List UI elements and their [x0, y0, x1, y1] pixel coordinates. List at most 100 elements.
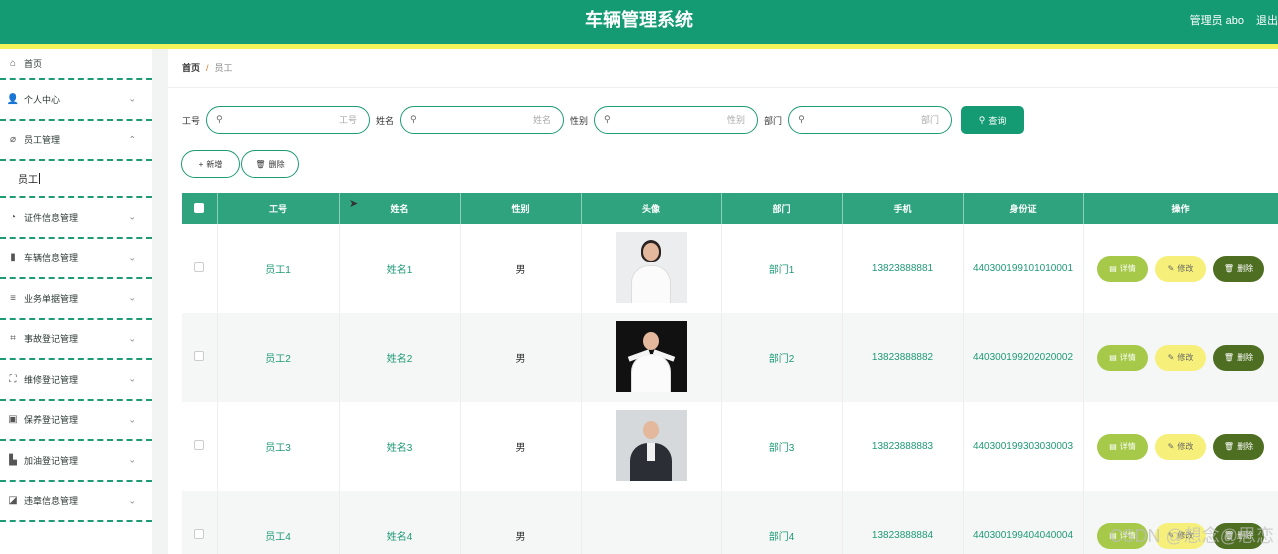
- edit-button[interactable]: ✎ 修改: [1155, 433, 1206, 460]
- sidebar-item-label: 加油登记管理: [24, 455, 79, 466]
- avatar-head: [643, 420, 659, 439]
- search-icon: ⚲: [216, 114, 223, 124]
- search-label-dept: 部门: [764, 115, 783, 126]
- cell-phone: 13823888882: [842, 313, 964, 402]
- delete-button[interactable]: 🗑 删除: [241, 150, 299, 178]
- sidebar-item-profile[interactable]: 👤 个人中心 ⌄: [0, 80, 152, 121]
- row-checkbox[interactable]: [194, 262, 205, 272]
- sidebar-item-label: 维修登记管理: [24, 374, 79, 385]
- pencil-icon: ✎: [1167, 442, 1175, 451]
- search-field-gender[interactable]: ⚲: [594, 106, 759, 134]
- sidebar-item-label: 保养登记管理: [24, 415, 79, 426]
- table-row: 员工1 姓名1 男 部门1 13823888881 44030019910101…: [182, 224, 1278, 313]
- query-button[interactable]: ⚲ 查询: [961, 106, 1025, 134]
- sidebar-item-maintenance[interactable]: ▣ 保养登记管理 ⌄: [0, 401, 152, 441]
- detail-button-label: 详情: [1119, 264, 1136, 273]
- delete-button-label: 删除: [268, 159, 285, 169]
- detail-button[interactable]: ▤ 详情: [1097, 255, 1148, 282]
- row-checkbox[interactable]: [194, 351, 205, 361]
- sidebar-item-label: 业务单据管理: [24, 293, 79, 304]
- cell-idcard: 440300199404040004: [963, 491, 1084, 554]
- column-header[interactable]: 身份证: [963, 193, 1084, 224]
- cell-avatar: [581, 402, 722, 491]
- cell-name: 姓名2: [339, 313, 461, 402]
- row-checkbox-cell[interactable]: [182, 313, 218, 402]
- avatar-shirt: [647, 442, 655, 461]
- edit-button-label: 修改: [1177, 442, 1194, 451]
- user-icon: 👤: [6, 93, 20, 105]
- sidebar-subitem-employee[interactable]: 员工: [0, 161, 152, 198]
- chevron-down-icon: ⌄: [128, 454, 136, 465]
- chart-box-icon: ▣: [8, 414, 18, 426]
- cell-name: 姓名1: [339, 224, 461, 313]
- detail-button[interactable]: ▤ 详情: [1097, 344, 1148, 371]
- row-checkbox-cell[interactable]: [182, 491, 218, 554]
- chevron-down-icon: ⌄: [128, 414, 136, 425]
- cell-gender: 男: [460, 491, 582, 554]
- column-header[interactable]: 工号: [217, 193, 340, 224]
- row-delete-button-label: 删除: [1237, 264, 1254, 273]
- chevron-down-icon: ⌄: [128, 211, 136, 222]
- cell-avatar: [581, 313, 722, 402]
- column-header[interactable]: 部门: [721, 193, 843, 224]
- search-input-dept[interactable]: [811, 111, 940, 129]
- trash-icon: 🗑: [1223, 264, 1235, 273]
- sidebar-item-violations[interactable]: ◪ 违章信息管理 ⌄: [0, 482, 152, 522]
- breadcrumb-divider: [168, 87, 1278, 88]
- row-checkbox[interactable]: [194, 529, 205, 539]
- select-all-cell[interactable]: [182, 193, 218, 224]
- search-field-dept[interactable]: ⚲: [788, 106, 953, 134]
- cell-phone: 13823888883: [842, 402, 964, 491]
- edit-button[interactable]: ✎ 修改: [1155, 255, 1206, 282]
- search-label-gender: 性别: [570, 115, 589, 126]
- search-input-id[interactable]: [229, 111, 358, 129]
- logout-link[interactable]: 退出: [1256, 12, 1278, 28]
- doc-icon: ▤: [1109, 442, 1117, 451]
- sidebar-item-label: 员工管理: [24, 135, 61, 146]
- leaf-icon: ⌀: [9, 134, 17, 146]
- sidebar-item-vehicles[interactable]: ▮ 车辆信息管理 ⌄: [0, 239, 152, 279]
- sidebar-item-certificates[interactable]: ◔ 证件信息管理 ⌄: [0, 198, 152, 239]
- mouse-pointer-icon: ➤: [349, 198, 359, 210]
- avatar: [615, 231, 687, 303]
- row-checkbox[interactable]: [194, 440, 205, 450]
- toolbar: + 新增 🗑 删除: [181, 150, 299, 178]
- sidebar-item-home[interactable]: ⌂ 首页: [0, 49, 152, 80]
- search-input-name[interactable]: [423, 111, 552, 129]
- row-delete-button-label: 删除: [1237, 442, 1254, 451]
- pencil-icon: ✎: [1167, 264, 1175, 273]
- column-header[interactable]: 手机: [842, 193, 964, 224]
- sidebar-item-repairs[interactable]: ⛶ 维修登记管理 ⌄: [0, 360, 152, 401]
- search-label-id: 工号: [182, 115, 201, 126]
- avatar: [615, 320, 687, 392]
- chevron-down-icon: ⌄: [128, 292, 136, 303]
- sidebar-item-label: 证件信息管理: [24, 212, 79, 223]
- detail-button[interactable]: ▤ 详情: [1097, 433, 1148, 460]
- gauge-icon: ◔: [9, 211, 17, 223]
- sidebar-item-fuel[interactable]: ▙ 加油登记管理 ⌄: [0, 441, 152, 482]
- search-field-name[interactable]: ⚲: [400, 106, 565, 134]
- column-header[interactable]: 性别: [460, 193, 582, 224]
- current-user: 管理员 abo: [1189, 15, 1244, 27]
- area-chart-icon: ◪: [8, 495, 18, 507]
- search-field-id[interactable]: ⚲: [206, 106, 371, 134]
- row-checkbox-cell[interactable]: [182, 224, 218, 313]
- search-input-gender[interactable]: [617, 111, 746, 129]
- add-button[interactable]: + 新增: [181, 150, 240, 178]
- sidebar-item-documents[interactable]: ≡ 业务单据管理 ⌄: [0, 279, 152, 320]
- edit-button[interactable]: ✎ 修改: [1155, 344, 1206, 371]
- breadcrumb-home[interactable]: 首页: [182, 63, 200, 73]
- row-checkbox-cell[interactable]: [182, 402, 218, 491]
- row-delete-button[interactable]: 🗑 删除: [1213, 255, 1264, 282]
- cell-gender: 男: [460, 313, 582, 402]
- cell-name: 姓名4: [339, 491, 461, 554]
- sidebar-item-employee-mgmt[interactable]: ⌀ 员工管理 ⌃: [0, 121, 152, 161]
- pencil-icon: ✎: [1167, 353, 1175, 362]
- text-cursor: [39, 173, 40, 184]
- sidebar-item-accidents[interactable]: ⌗ 事故登记管理 ⌄: [0, 320, 152, 360]
- table-row: 员工3 姓名3 男 部门3 13823888883 44030019930303…: [182, 402, 1278, 491]
- row-delete-button[interactable]: 🗑 删除: [1213, 433, 1264, 460]
- sidebar-item-label: 违章信息管理: [24, 496, 79, 507]
- select-all-checkbox[interactable]: [194, 202, 205, 213]
- row-delete-button[interactable]: 🗑 删除: [1213, 344, 1264, 371]
